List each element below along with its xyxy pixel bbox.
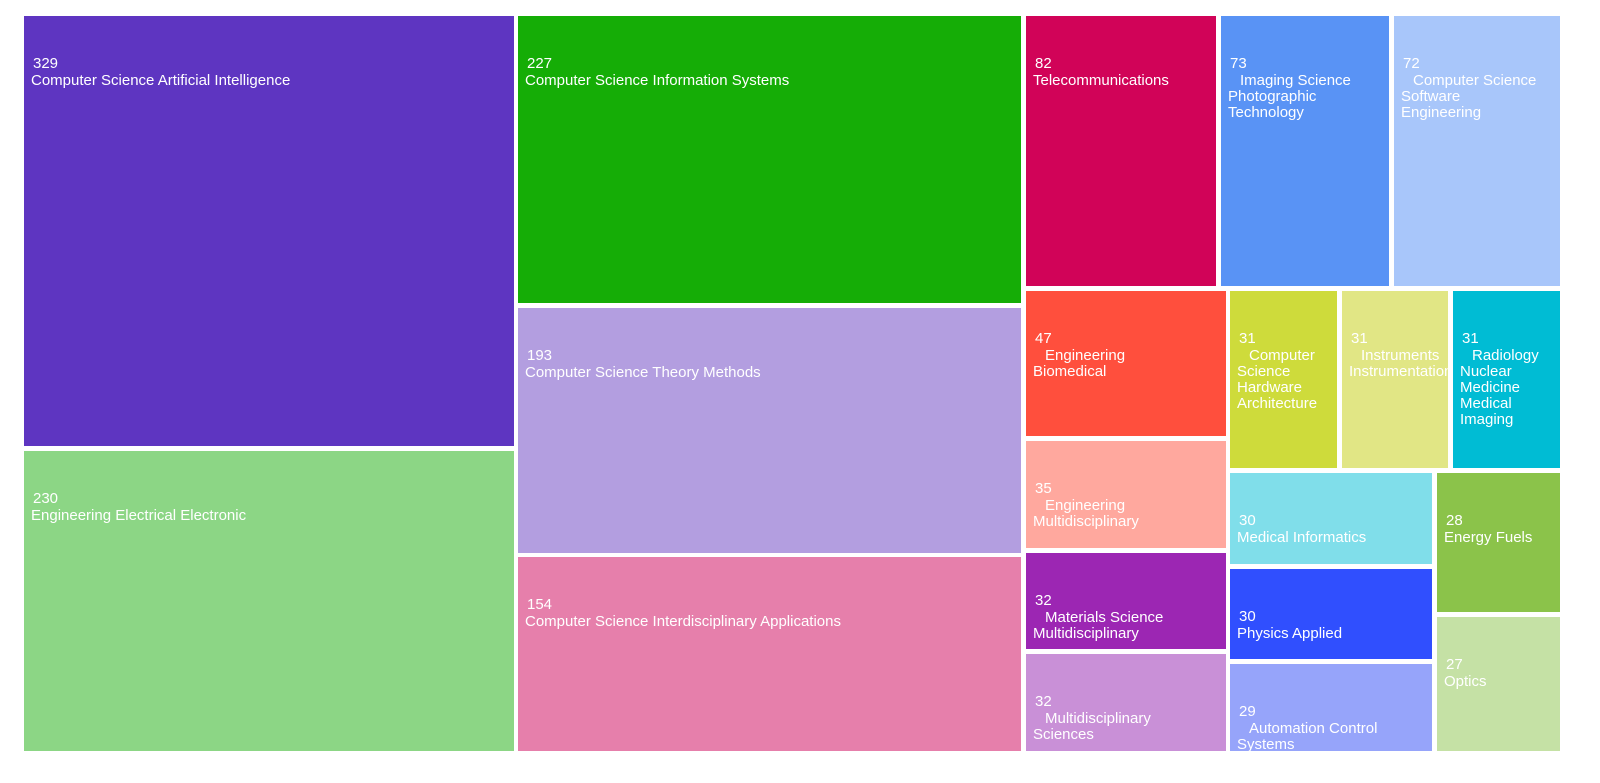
tile-label-line: Software (1401, 88, 1461, 105)
tile-label: Instruments Instrumentation (1349, 348, 1448, 380)
tile-label-line: Physics Applied (1237, 625, 1343, 642)
tile-label-line: Energy Fuels (1444, 529, 1533, 546)
tile-label: Computer Science Software Engineering (1401, 73, 1536, 121)
tile-value: 73 (1230, 55, 1247, 72)
tile-label-line: Imaging Science (1240, 72, 1351, 89)
treemap-tile: 35 Engineering Multidisciplinary (1026, 441, 1226, 548)
tile-label-line: Multidisciplinary (1033, 625, 1139, 642)
treemap-tile: 31 Instruments Instrumentation (1342, 291, 1448, 468)
tile-label: Physics Applied (1237, 626, 1342, 642)
tile-label-line: Architecture (1237, 395, 1318, 412)
tile-label-line: Photographic (1228, 88, 1317, 105)
treemap-tile: 230 Engineering Electrical Electronic (24, 451, 514, 751)
tile-label-line: Engineering (1045, 347, 1126, 364)
tile-label: Engineering Multidisciplinary (1033, 498, 1139, 530)
treemap-tile: 82 Telecommunications (1026, 16, 1216, 286)
tile-value: 227 (527, 55, 553, 72)
tile-label-line: Materials Science (1045, 609, 1164, 626)
tile-label-line: Optics (1444, 673, 1487, 690)
tile-label: Imaging Science Photographic Technology (1228, 73, 1351, 121)
tile-value: 47 (1035, 330, 1052, 347)
treemap-tile: 27 Optics (1437, 617, 1560, 751)
tile-label: Engineering Electrical Electronic (31, 508, 246, 524)
tile-label: Telecommunications (1033, 73, 1169, 89)
treemap-tile: 47 Engineering Biomedical (1026, 291, 1226, 436)
tile-value: 30 (1239, 608, 1256, 625)
tile-value: 27 (1446, 656, 1463, 673)
tile-value: 154 (527, 596, 553, 613)
treemap-tile: 193 Computer Science Theory Methods (518, 308, 1021, 553)
tile-value: 32 (1035, 592, 1052, 609)
tile-label: Computer Science Theory Methods (525, 365, 761, 381)
tile-label-line: Multidisciplinary (1045, 710, 1151, 727)
tile-label-line: Computer Science Artificial Intelligence (31, 72, 291, 89)
tile-label-line: Medical Informatics (1237, 529, 1367, 546)
treemap-chart: 329 Computer Science Artificial Intellige… (0, 0, 1600, 783)
tile-value: 29 (1239, 703, 1256, 720)
treemap-tile: 154 Computer Science Interdisciplinary Ap… (518, 557, 1021, 751)
tile-value: 329 (33, 55, 59, 72)
treemap-tile: 72 Computer Science Software Engineering (1394, 16, 1560, 286)
tile-label-line: Computer Science Information Systems (525, 72, 790, 89)
treemap-tile: 32 Materials Science Multidisciplinary (1026, 553, 1226, 649)
tile-label-line: Radiology (1472, 347, 1539, 364)
tile-value: 31 (1239, 330, 1256, 347)
tile-label: Optics (1444, 674, 1487, 690)
tile-label: Engineering Biomedical (1033, 348, 1125, 380)
tile-label: Radiology Nuclear Medicine Medical Imaging (1460, 348, 1539, 428)
treemap-tile: 30 Physics Applied (1230, 569, 1432, 659)
treemap-tile: 29 Automation Control Systems (1230, 664, 1432, 751)
tile-label-line: Instruments (1361, 347, 1440, 364)
tile-label-line: Engineering (1045, 497, 1126, 514)
treemap-tile: 31 Computer Science Hardware Architecture (1230, 291, 1337, 468)
tile-label-line: Computer Science Interdisciplinary Appli… (525, 613, 841, 630)
tile-label: Multidisciplinary Sciences (1033, 711, 1151, 743)
tile-label-line: Nuclear (1460, 363, 1512, 380)
tile-label-line: Science (1237, 363, 1291, 380)
tile-label: Computer Science Interdisciplinary Appli… (525, 614, 841, 630)
tile-label: Automation Control Systems (1237, 720, 1378, 752)
treemap-tile: 227 Computer Science Information Systems (518, 16, 1021, 303)
tile-label: Computer Science Hardware Architecture (1237, 348, 1317, 412)
tile-label-line: Hardware (1237, 379, 1303, 396)
tile-label: Computer Science Information Systems (525, 73, 789, 89)
treemap-tile: 32 Multidisciplinary Sciences (1026, 654, 1226, 751)
tile-label-line: Medical (1460, 395, 1512, 412)
tile-label-line: Computer Science Theory Methods (525, 364, 761, 381)
tile-label-line: Telecommunications (1033, 72, 1169, 89)
treemap-tile: 329 Computer Science Artificial Intellige… (24, 16, 514, 446)
tile-label-line: Engineering (1401, 104, 1482, 121)
tile-value: 82 (1035, 55, 1052, 72)
tile-label-line: Imaging (1460, 411, 1514, 428)
tile-label-line: Systems (1237, 736, 1295, 752)
treemap-tile: 28 Energy Fuels (1437, 473, 1560, 612)
tile-value: 31 (1462, 330, 1479, 347)
tile-label-line: Medicine (1460, 379, 1521, 396)
tile-value: 32 (1035, 693, 1052, 710)
tile-value: 193 (527, 347, 553, 364)
tile-label-line: Computer Science (1413, 72, 1537, 89)
tile-label-line: Multidisciplinary (1033, 513, 1139, 530)
tile-label-line: Sciences (1033, 726, 1094, 743)
tile-label-line: Instrumentation (1349, 363, 1448, 380)
tile-label-line: Technology (1228, 104, 1304, 121)
treemap-tile: 73 Imaging Science Photographic Technology (1221, 16, 1389, 286)
tile-value: 72 (1403, 55, 1420, 72)
tile-label-line: Computer (1249, 347, 1315, 364)
tile-value: 230 (33, 490, 59, 507)
tile-label: Computer Science Artificial Intelligence (31, 73, 290, 89)
tile-value: 31 (1351, 330, 1368, 347)
tile-value: 28 (1446, 512, 1463, 529)
tile-value: 30 (1239, 512, 1256, 529)
tile-label-line: Automation Control (1249, 720, 1378, 737)
treemap-tile: 30 Medical Informatics (1230, 473, 1432, 564)
tile-label: Materials Science Multidisciplinary (1033, 610, 1163, 642)
tile-label-line: Engineering Electrical Electronic (31, 507, 247, 524)
tile-label: Energy Fuels (1444, 530, 1532, 546)
tile-value: 35 (1035, 480, 1052, 497)
tile-label: Medical Informatics (1237, 530, 1366, 546)
tile-label-line: Biomedical (1033, 363, 1107, 380)
treemap-tile: 31 Radiology Nuclear Medicine Medical Imaging (1453, 291, 1560, 468)
